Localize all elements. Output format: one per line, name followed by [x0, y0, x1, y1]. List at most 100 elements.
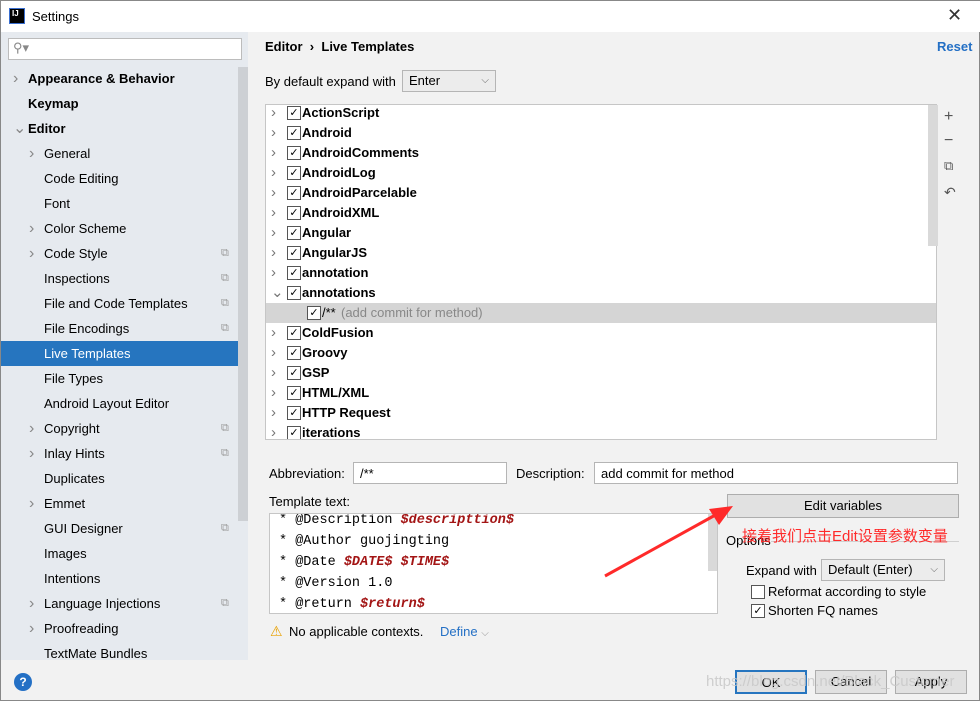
chevron-right-icon[interactable]: ›: [271, 363, 276, 383]
sidebar-item[interactable]: Android Layout Editor: [1, 391, 248, 416]
chevron-right-icon[interactable]: ›: [29, 416, 34, 441]
chevron-down-icon[interactable]: ⌄: [13, 116, 26, 141]
sidebar-scrollbar[interactable]: [238, 67, 248, 521]
template-checkbox[interactable]: ✓: [287, 206, 301, 220]
template-checkbox[interactable]: ✓: [287, 226, 301, 240]
sidebar-item[interactable]: Live Templates: [1, 341, 248, 366]
chevron-right-icon[interactable]: ›: [29, 616, 34, 641]
chevron-down-icon[interactable]: ⌄: [271, 283, 284, 303]
reformat-checkbox[interactable]: [751, 585, 765, 599]
sidebar-item[interactable]: Images: [1, 541, 248, 566]
chevron-right-icon[interactable]: ›: [271, 223, 276, 243]
sidebar-item[interactable]: File and Code Templates ⧉: [1, 291, 248, 316]
template-checkbox[interactable]: ✓: [307, 306, 321, 320]
sidebar-item[interactable]: TextMate Bundles: [1, 641, 248, 666]
sidebar-item[interactable]: GUI Designer ⧉: [1, 516, 248, 541]
chevron-right-icon[interactable]: ›: [29, 141, 34, 166]
sidebar-item[interactable]: › Color Scheme: [1, 216, 248, 241]
template-group-row[interactable]: › ✓ Groovy: [266, 343, 936, 363]
define-link[interactable]: Define ⌵: [440, 624, 489, 639]
sidebar-item[interactable]: › Copyright ⧉: [1, 416, 248, 441]
template-group-row[interactable]: › ✓ Angular: [266, 223, 936, 243]
sidebar-item[interactable]: › Appearance & Behavior: [1, 66, 248, 91]
chevron-right-icon[interactable]: ›: [13, 66, 18, 91]
sidebar-item[interactable]: › Code Style ⧉: [1, 241, 248, 266]
sidebar-item[interactable]: Code Editing: [1, 166, 248, 191]
template-group-row[interactable]: › ✓ AndroidLog: [266, 163, 936, 183]
template-group-row[interactable]: › ✓ AndroidXML: [266, 203, 936, 223]
template-checkbox[interactable]: ✓: [287, 386, 301, 400]
template-group-row[interactable]: › ✓ annotation: [266, 263, 936, 283]
template-checkbox[interactable]: ✓: [287, 286, 301, 300]
sidebar-item[interactable]: File Encodings ⧉: [1, 316, 248, 341]
add-icon[interactable]: +: [944, 108, 953, 126]
template-group-row[interactable]: ⌄ ✓ annotations: [266, 283, 936, 303]
sidebar-item[interactable]: ⌄ Editor: [1, 116, 248, 141]
search-input[interactable]: ⚲▾: [8, 38, 242, 60]
chevron-right-icon[interactable]: ›: [271, 143, 276, 163]
template-checkbox[interactable]: ✓: [287, 406, 301, 420]
chevron-right-icon[interactable]: ›: [29, 216, 34, 241]
chevron-right-icon[interactable]: ›: [271, 343, 276, 363]
sidebar-item[interactable]: › Emmet: [1, 491, 248, 516]
chevron-right-icon[interactable]: ›: [271, 403, 276, 423]
template-group-row[interactable]: › ✓ HTTP Request: [266, 403, 936, 423]
sidebar-item[interactable]: Keymap: [1, 91, 248, 116]
template-group-row[interactable]: › ✓ AndroidParcelable: [266, 183, 936, 203]
template-group-row[interactable]: › ✓ AngularJS: [266, 243, 936, 263]
chevron-right-icon[interactable]: ›: [271, 263, 276, 283]
template-checkbox[interactable]: ✓: [287, 246, 301, 260]
sidebar-item[interactable]: Intentions: [1, 566, 248, 591]
sidebar-item[interactable]: › General: [1, 141, 248, 166]
description-input[interactable]: [594, 462, 958, 484]
template-group-row[interactable]: › ✓ iterations: [266, 423, 936, 439]
template-checkbox[interactable]: ✓: [287, 126, 301, 140]
sidebar-item[interactable]: File Types: [1, 366, 248, 391]
edit-variables-button[interactable]: Edit variables: [727, 494, 959, 518]
reset-link[interactable]: Reset: [937, 39, 972, 54]
sidebar-item[interactable]: Font: [1, 191, 248, 216]
template-checkbox[interactable]: ✓: [287, 106, 301, 120]
template-checkbox[interactable]: ✓: [287, 346, 301, 360]
sidebar-item[interactable]: › Inlay Hints ⧉: [1, 441, 248, 466]
sidebar-item[interactable]: Inspections ⧉: [1, 266, 248, 291]
sidebar-item[interactable]: › Proofreading: [1, 616, 248, 641]
template-checkbox[interactable]: ✓: [287, 186, 301, 200]
shorten-fq-checkbox[interactable]: ✓: [751, 604, 765, 618]
chevron-right-icon[interactable]: ›: [271, 323, 276, 343]
breadcrumb-parent[interactable]: Editor: [265, 39, 303, 54]
chevron-right-icon[interactable]: ›: [271, 383, 276, 403]
chevron-right-icon[interactable]: ›: [29, 241, 34, 266]
chevron-right-icon[interactable]: ›: [271, 105, 276, 123]
template-checkbox[interactable]: ✓: [287, 326, 301, 340]
chevron-right-icon[interactable]: ›: [271, 163, 276, 183]
template-group-row[interactable]: › ✓ HTML/XML: [266, 383, 936, 403]
copy-icon[interactable]: ⧉: [944, 158, 953, 174]
template-checkbox[interactable]: ✓: [287, 366, 301, 380]
remove-icon[interactable]: −: [944, 132, 953, 150]
close-icon[interactable]: ✕: [947, 5, 962, 26]
template-group-row[interactable]: › ✓ GSP: [266, 363, 936, 383]
chevron-right-icon[interactable]: ›: [271, 183, 276, 203]
sidebar-item[interactable]: Duplicates: [1, 466, 248, 491]
chevron-right-icon[interactable]: ›: [271, 243, 276, 263]
chevron-right-icon[interactable]: ›: [271, 423, 276, 439]
template-checkbox[interactable]: ✓: [287, 426, 301, 439]
abbreviation-input[interactable]: [353, 462, 507, 484]
help-button[interactable]: ?: [14, 673, 32, 691]
template-group-row[interactable]: › ✓ ActionScript: [266, 105, 936, 123]
template-group-row[interactable]: › ✓ AndroidComments: [266, 143, 936, 163]
chevron-right-icon[interactable]: ›: [271, 123, 276, 143]
chevron-right-icon[interactable]: ›: [29, 591, 34, 616]
chevron-right-icon[interactable]: ›: [271, 203, 276, 223]
tree-scrollbar[interactable]: [928, 105, 938, 246]
chevron-right-icon[interactable]: ›: [29, 441, 34, 466]
template-checkbox[interactable]: ✓: [287, 166, 301, 180]
template-group-row[interactable]: › ✓ Android: [266, 123, 936, 143]
template-group-row[interactable]: › ✓ ColdFusion: [266, 323, 936, 343]
expand-with-select[interactable]: Default (Enter) ⌵: [821, 559, 945, 581]
template-checkbox[interactable]: ✓: [287, 266, 301, 280]
sidebar-item[interactable]: › Language Injections ⧉: [1, 591, 248, 616]
template-group-row[interactable]: ✓/** (add commit for method): [266, 303, 936, 323]
restore-icon[interactable]: ↶: [944, 184, 956, 201]
